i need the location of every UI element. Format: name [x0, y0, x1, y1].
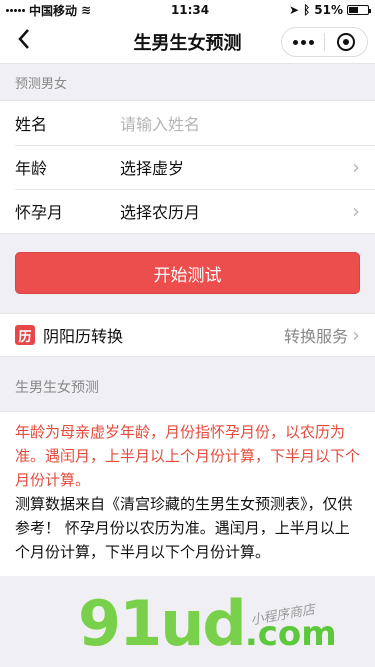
nav-bar: 生男生女预测: [0, 20, 375, 64]
clock: 11:34: [170, 3, 210, 17]
bluetooth-icon: ᛒ: [303, 3, 311, 17]
battery-percent: 51%: [314, 3, 343, 17]
more-button[interactable]: [282, 28, 324, 56]
name-label: 姓名: [15, 115, 48, 134]
info-section-title: 生男生女预测: [15, 380, 99, 396]
form-section-title: 预测男女: [15, 76, 68, 92]
status-left: 中国移动 ≋: [6, 2, 91, 19]
pregnancy-month-picker[interactable]: 选择农历月: [120, 199, 352, 223]
battery-fill: [349, 7, 359, 13]
calendar-convert-label: 阴阳历转换: [43, 327, 124, 346]
watermark-brand: 91ud: [78, 587, 247, 660]
close-button[interactable]: [325, 28, 367, 56]
start-test-button[interactable]: 开始测试: [15, 252, 360, 294]
info-panel: 年龄为母亲虚岁年龄，月份指怀孕月份，以农历为准。遇闰月，上半月以上个月份计算，下…: [0, 411, 375, 576]
battery-icon: [347, 5, 371, 15]
carrier-label: 中国移动: [29, 3, 78, 18]
pregnancy-month-row[interactable]: 怀孕月 选择农历月 ›: [0, 189, 375, 233]
age-label: 年龄: [15, 159, 48, 178]
chevron-left-icon[interactable]: [10, 28, 38, 56]
chevron-right-icon: ›: [352, 155, 360, 179]
location-icon: ➤: [289, 3, 300, 17]
chevron-right-icon: ›: [352, 323, 360, 347]
calendar-convert-row[interactable]: 历 阴阳历转换 转换服务 ›: [0, 313, 375, 357]
page-title: 生男生女预测: [133, 32, 242, 54]
name-row[interactable]: 姓名 请输入姓名: [0, 101, 375, 145]
chevron-right-icon: ›: [352, 199, 360, 223]
info-note-red: 年龄为母亲虚岁年龄，月份指怀孕月份，以农历为准。遇闰月，上半月以上个月份计算，下…: [15, 423, 361, 489]
pregnancy-month-label: 怀孕月: [15, 203, 64, 222]
signal-icon: [6, 8, 25, 12]
target-circle-icon: [337, 33, 355, 51]
more-dots-icon: [292, 39, 314, 45]
age-picker[interactable]: 选择虚岁: [120, 155, 352, 179]
info-note: 测算数据来自《清宫珍藏的生男生女预测表》，仅供参考！ 怀孕月份以农历为准。遇闰月…: [15, 495, 353, 561]
mini-program-capsule: [281, 27, 368, 57]
status-bar: 中国移动 ≋ 11:34 ➤ ᛒ 51%: [0, 0, 375, 20]
status-right: ➤ ᛒ 51%: [289, 3, 371, 17]
convert-service-label: 转换服务: [283, 327, 348, 346]
wifi-icon: ≋: [81, 3, 92, 17]
button-area: 开始测试: [0, 234, 375, 313]
calendar-logo-icon: 历: [15, 325, 35, 345]
age-row[interactable]: 年龄 选择虚岁 ›: [0, 145, 375, 189]
name-input[interactable]: 请输入姓名: [120, 111, 360, 135]
form-list: 姓名 请输入姓名 年龄 选择虚岁 › 怀孕月 选择农历月 ›: [0, 100, 375, 234]
